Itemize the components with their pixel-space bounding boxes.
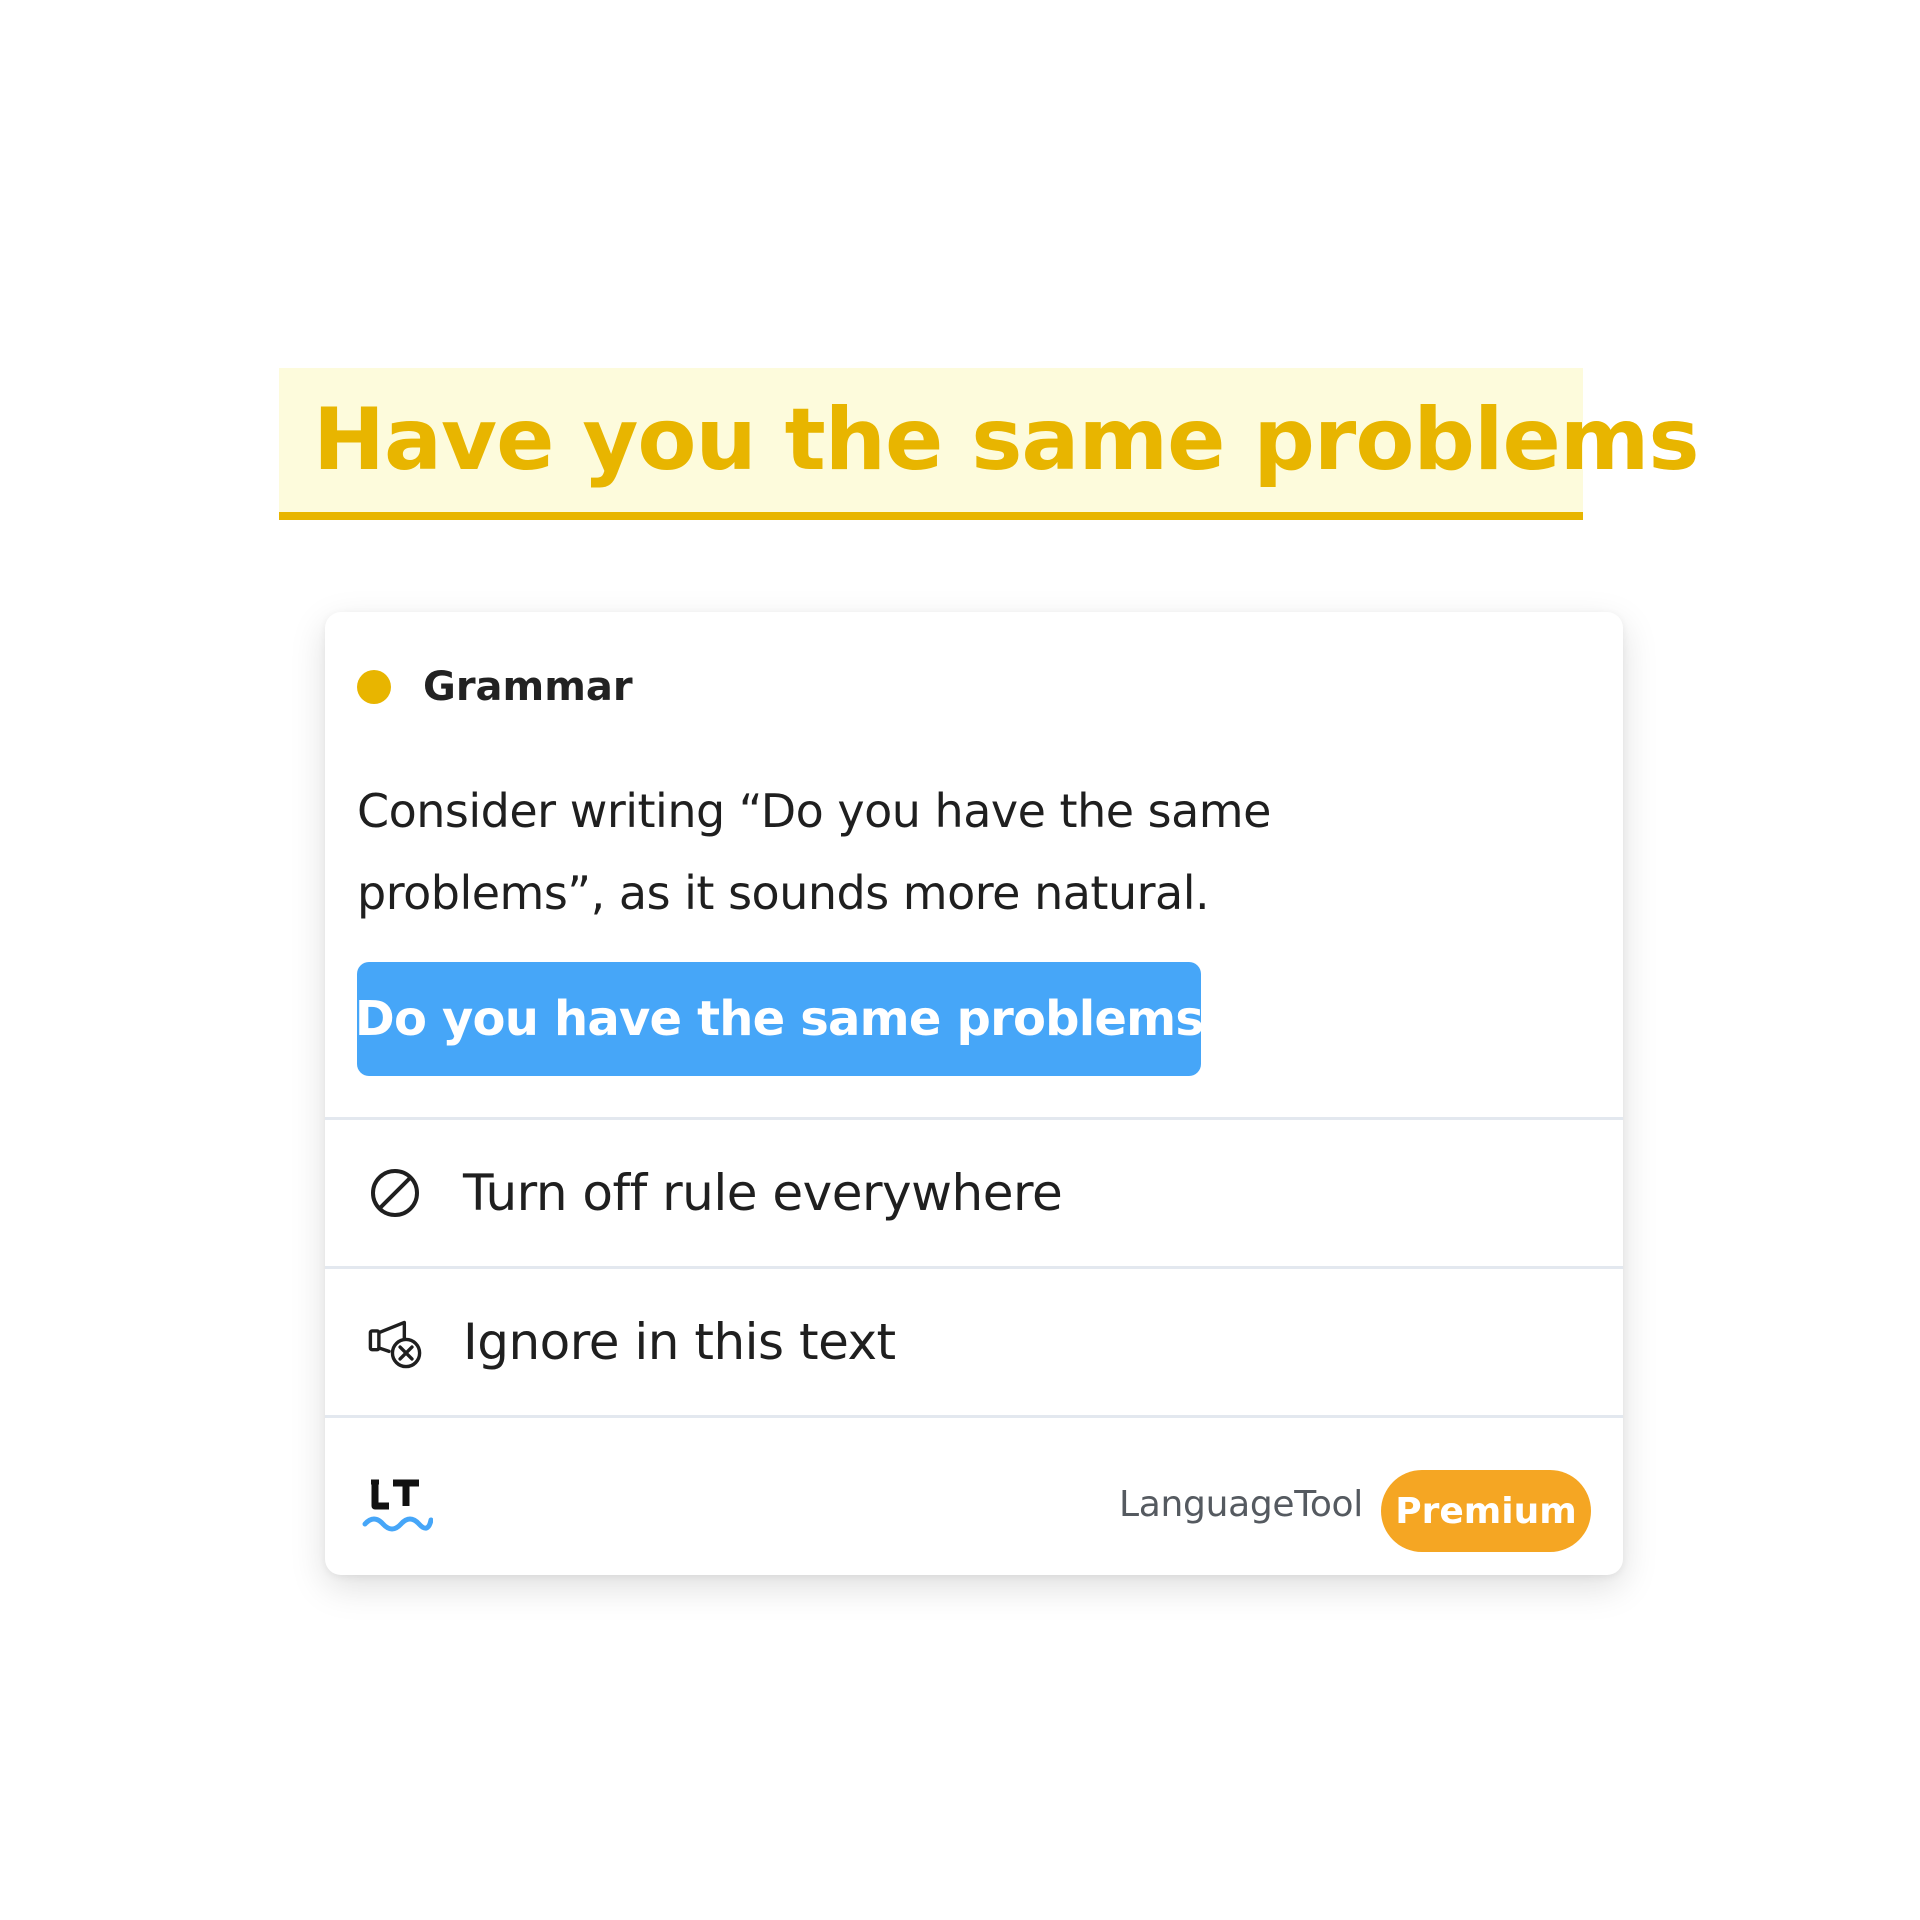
card-header: Grammar [357,662,633,712]
grammar-category-dot [357,670,391,704]
highlighted-text: Have you the same problems [313,390,1700,490]
suggestion-card: Grammar Consider writing “Do you have th… [325,612,1623,1575]
turn-off-rule-label: Turn off rule everywhere [463,1164,1063,1222]
divider [325,1415,1623,1418]
category-label: Grammar [423,664,633,710]
brand-name: LanguageTool [1119,1484,1363,1525]
ignore-in-text-action[interactable]: Ignore in this text [325,1269,1623,1415]
highlighted-error-text[interactable]: Have you the same problems [279,368,1700,520]
turn-off-rule-action[interactable]: Turn off rule everywhere [325,1120,1623,1266]
suggestion-message: Consider writing “Do you have the same p… [357,784,1271,920]
apply-suggestion-button[interactable]: Do you have the same problems [355,962,1204,1076]
languagetool-logo[interactable] [361,1474,434,1536]
forbidden-icon [367,1165,423,1221]
premium-button[interactable]: Premium [1381,1470,1591,1552]
ignore-speaker-icon [367,1314,423,1370]
ignore-in-text-label: Ignore in this text [463,1313,896,1371]
card-footer: LanguageTool Premium [325,1434,1623,1575]
